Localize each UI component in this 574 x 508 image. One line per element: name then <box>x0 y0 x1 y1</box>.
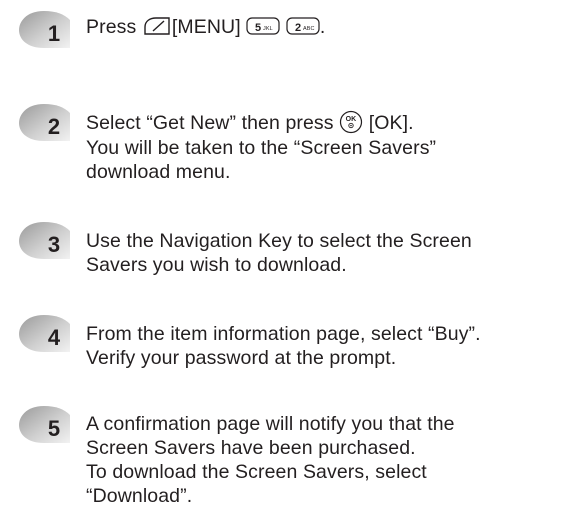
step-number: 5 <box>48 416 60 441</box>
step-2-line-3: download menu. <box>86 160 231 183</box>
step-number: 1 <box>48 21 60 46</box>
svg-text:5: 5 <box>255 22 261 34</box>
step-5-line-1: A confirmation page will notify you that… <box>86 413 455 435</box>
step-number-badge: 3 <box>16 219 72 261</box>
step-number-badge: 1 <box>16 8 72 50</box>
step-3-line-1: Use the Navigation Key to select the Scr… <box>86 230 472 252</box>
ok-key-icon: OK <box>339 110 363 134</box>
key-5-jkl-icon: 5 JKL <box>246 16 280 36</box>
key-2-abc-icon: 2 ABC <box>286 16 320 36</box>
svg-text:2: 2 <box>295 22 301 34</box>
period: . <box>319 16 326 38</box>
step-4-line-1: From the item information page, select “… <box>86 323 481 345</box>
step-5-text: A confirmation page will notify you that… <box>86 412 572 508</box>
svg-text:OK: OK <box>346 116 357 123</box>
step-1-text: Press [MENU] 5 JKL 2 ABC . <box>86 15 572 39</box>
step-2-line-2: You will be taken to the “Screen Savers” <box>86 136 437 159</box>
softkey-icon <box>142 15 172 37</box>
svg-text:ABC: ABC <box>303 26 315 32</box>
step-4-line-2: Verify your password at the prompt. <box>86 347 397 369</box>
step-2-line-1: Select “Get New” then press <box>86 112 334 134</box>
step-number: 2 <box>48 114 60 139</box>
menu-label: [MENU] <box>171 16 241 38</box>
step-2-text: Select “Get New” then press OK [OK]. You… <box>86 110 572 184</box>
step-number: 4 <box>48 325 61 350</box>
step-number-badge: 2 <box>16 101 72 143</box>
svg-text:JKL: JKL <box>263 26 273 32</box>
step-3-text: Use the Navigation Key to select the Scr… <box>86 229 572 277</box>
step-4-text: From the item information page, select “… <box>86 322 572 370</box>
step-3-line-2: Savers you wish to download. <box>86 254 347 276</box>
step-5-line-4: “Download”. <box>86 485 193 507</box>
press-label: Press <box>86 16 137 38</box>
step-number-badge: 5 <box>16 403 72 445</box>
step-5-line-3: To download the Screen Savers, select <box>86 461 427 483</box>
ok-label: [OK]. <box>368 112 414 134</box>
step-number-badge: 4 <box>16 312 72 354</box>
step-5-line-2: Screen Savers have been purchased. <box>86 437 416 459</box>
step-number: 3 <box>48 232 60 257</box>
